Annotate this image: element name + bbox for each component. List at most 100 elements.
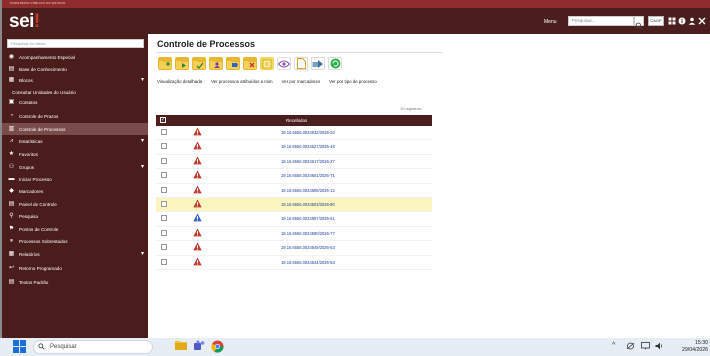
- row-checkbox[interactable]: [161, 229, 167, 236]
- warning-icon[interactable]: [193, 228, 202, 239]
- warning-icon[interactable]: [193, 185, 202, 196]
- view-link[interactable]: Ver processos atribuídos a mim: [211, 79, 273, 84]
- row-checkbox[interactable]: [161, 244, 167, 251]
- table-row[interactable]: 19.16.6556.0034627/2026-48: [156, 140, 432, 155]
- view-icon[interactable]: [277, 57, 291, 70]
- sidebar-item-pesquisa[interactable]: ⚲ Pesquisa: [2, 210, 148, 222]
- table-row[interactable]: 19.16.6556.0034603/2026-80: [156, 197, 432, 213]
- grid-icon[interactable]: [668, 17, 676, 25]
- sidebar-item-blocos[interactable]: ▦ Blocos ▾: [2, 74, 148, 86]
- chevron-down-icon[interactable]: ▾: [141, 250, 144, 257]
- chrome-icon[interactable]: [211, 340, 224, 353]
- row-checkbox[interactable]: [161, 186, 167, 193]
- taskbar-search[interactable]: Pesquisar: [33, 340, 153, 354]
- view-link[interactable]: Ver por marcadores: [282, 79, 321, 84]
- table-row[interactable]: 19.16.6556.0034598/2026-12: [156, 184, 432, 198]
- close-process-button[interactable]: [243, 57, 257, 70]
- sidebar-item-painel-de-controle[interactable]: ▤ Painel de Controle: [2, 198, 148, 210]
- view-link[interactable]: Visualização detalhada: [157, 79, 202, 84]
- move-process-icon[interactable]: [311, 57, 325, 70]
- menu-label[interactable]: Menu: [544, 19, 557, 25]
- sidebar-item-grupos[interactable]: ⚇ Grupos ▾: [2, 161, 148, 173]
- windows-start-icon[interactable]: [13, 340, 26, 353]
- sidebar-item-favoritos[interactable]: ★ Favoritos: [2, 148, 148, 160]
- table-row[interactable]: 19.16.6556.0034634/2026-53: [156, 256, 432, 270]
- unit-selector[interactable]: CAOP: [648, 16, 664, 26]
- sidebar-item-textos-padrao[interactable]: ▤ Textos Padrão: [2, 276, 148, 288]
- process-number-link[interactable]: 19.16.6556.0034549/2026-53: [281, 245, 335, 250]
- search-icon: [635, 22, 643, 30]
- process-number-link[interactable]: 19.16.6556.0034627/2026-48: [281, 144, 335, 149]
- row-checkbox[interactable]: [161, 215, 167, 222]
- process-number-link[interactable]: 19.16.6556.0034580/2026-77: [281, 231, 335, 236]
- exit-icon[interactable]: [698, 17, 706, 25]
- table-row[interactable]: 19.16.6556.0034549/2026-53: [156, 241, 432, 256]
- warning-icon[interactable]: [193, 156, 202, 167]
- global-search-input[interactable]: Pesquisar...: [568, 16, 634, 26]
- new-process-button[interactable]: [158, 57, 172, 70]
- row-checkbox[interactable]: [161, 143, 167, 150]
- table-row[interactable]: 19.16.6556.0034617/2026-27: [156, 155, 432, 170]
- sidebar-item-contatos[interactable]: ▣ Contatos: [2, 96, 148, 108]
- menu-search-input[interactable]: Pesquisar no Menu: [7, 39, 144, 48]
- sidebar-item-label: Estatísticas: [19, 138, 43, 144]
- chevron-down-icon[interactable]: ▾: [141, 137, 144, 144]
- process-number-link[interactable]: 19.16.6556.0034601/2026-71: [281, 173, 335, 178]
- warning-icon[interactable]: [193, 199, 202, 210]
- row-checkbox[interactable]: [161, 200, 167, 207]
- warning-icon[interactable]: [193, 141, 202, 152]
- volume-icon[interactable]: [655, 342, 664, 352]
- sync-icon[interactable]: [328, 57, 342, 70]
- chevron-down-icon[interactable]: ▾: [141, 163, 144, 170]
- table-row[interactable]: 19.16.6556.0034601/2026-71: [156, 169, 432, 184]
- select-all-checkbox[interactable]: ✓: [160, 117, 166, 123]
- process-number-link[interactable]: 19.16.6556.0034634/2026-53: [281, 260, 335, 265]
- file-explorer-icon[interactable]: [174, 340, 187, 353]
- update-progress-button[interactable]: [192, 57, 206, 70]
- system-clock[interactable]: 15:30 29/04/2026: [670, 340, 708, 353]
- process-number-link[interactable]: 19.16.6556.0034603/2026-80: [281, 202, 335, 207]
- sidebar-item-iniciar-processo[interactable]: ▬ Iniciar Processo: [2, 173, 148, 185]
- warning-icon[interactable]: [193, 170, 202, 181]
- table-row[interactable]: 19.16.6556.0034580/2026-77: [156, 227, 432, 242]
- associate-marker-button[interactable]: [226, 57, 240, 70]
- info-icon[interactable]: [678, 17, 686, 25]
- process-number-link[interactable]: 19.16.6556.0034632/2026-10: [281, 130, 335, 135]
- column-header-recebidos[interactable]: Recebidos: [286, 118, 307, 123]
- table-row[interactable]: 19.16.6556.0034587/2026-61: [156, 212, 432, 227]
- table-row[interactable]: 19.16.6556.0034632/2026-10: [156, 126, 432, 141]
- sidebar-item-pontos-de-controle[interactable]: ⚑ Pontos de Controle: [2, 223, 148, 235]
- row-checkbox[interactable]: [161, 157, 167, 164]
- sidebar-item-estatisticas[interactable]: ⩘ Estatísticas ▾: [2, 135, 148, 147]
- process-number-link[interactable]: 19.16.6556.0034617/2026-27: [281, 159, 335, 164]
- process-number-link[interactable]: 19.16.6556.0034598/2026-12: [281, 188, 335, 193]
- row-checkbox[interactable]: [161, 129, 167, 135]
- sidebar-item-marcadores[interactable]: ◆ Marcadores: [2, 185, 148, 197]
- chevron-up-icon[interactable]: ^: [612, 342, 615, 349]
- sidebar-item-acompanhamento-especial[interactable]: ◉ Acompanhamento Especial: [2, 51, 148, 63]
- warning-icon[interactable]: [193, 213, 202, 224]
- display-icon[interactable]: [641, 342, 650, 352]
- teams-icon[interactable]: [192, 340, 205, 353]
- document-icon[interactable]: [294, 57, 308, 70]
- warning-icon[interactable]: [193, 127, 202, 138]
- row-checkbox[interactable]: [161, 258, 167, 265]
- sidebar-item-processos-sobrestados[interactable]: ⏸ Processos Sobrestados: [2, 235, 148, 247]
- sidebar-item-controle-de-prazos[interactable]: ◔ Controle de Prazos: [2, 110, 148, 122]
- sidebar-item-controle-de-processos[interactable]: ▥ Controle de Processos: [2, 123, 148, 135]
- warning-icon[interactable]: [193, 256, 202, 268]
- sei-logo[interactable]: sei!: [9, 12, 40, 32]
- user-icon[interactable]: [688, 17, 696, 25]
- row-checkbox[interactable]: [161, 172, 167, 179]
- annotation-button[interactable]: [260, 57, 274, 70]
- chevron-down-icon[interactable]: ▾: [141, 76, 144, 83]
- warning-icon[interactable]: [193, 242, 202, 253]
- sidebar-item-relatorios[interactable]: ▦ Relatórios ▾: [2, 248, 148, 260]
- search-button[interactable]: [634, 16, 644, 30]
- sidebar-item-retorno-programado[interactable]: ↩ Retorno Programado: [2, 262, 148, 274]
- process-number-link[interactable]: 19.16.6556.0034587/2026-61: [281, 216, 335, 221]
- send-process-button[interactable]: [175, 57, 189, 70]
- assign-process-button[interactable]: [209, 57, 223, 70]
- network-icon[interactable]: [626, 342, 635, 352]
- view-link[interactable]: Ver por tipo de processo: [329, 79, 377, 84]
